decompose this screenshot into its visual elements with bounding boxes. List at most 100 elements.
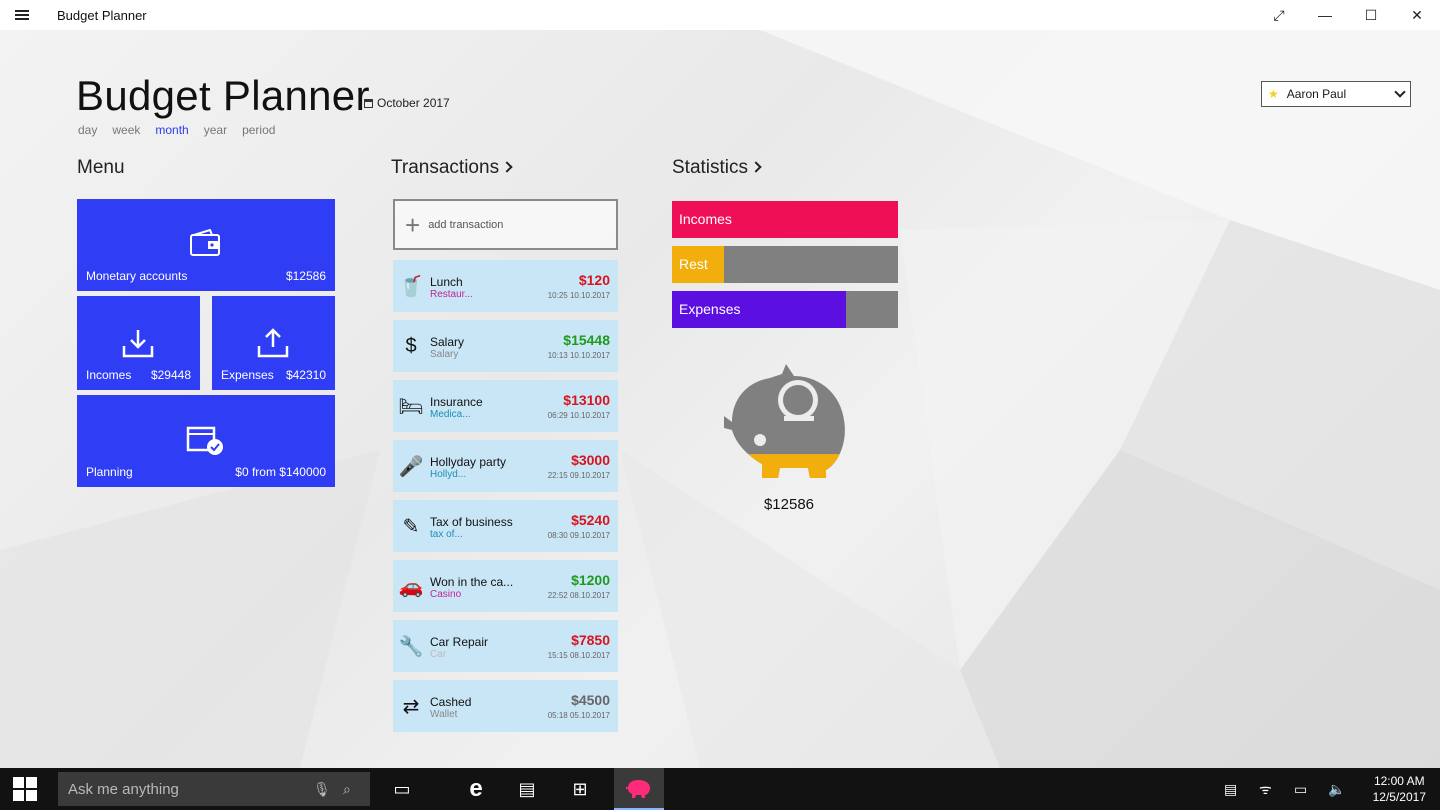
- tab-month[interactable]: month: [155, 123, 188, 137]
- windows-logo-icon: [13, 777, 37, 801]
- transaction-category: Casino: [430, 589, 462, 600]
- store-icon[interactable]: ⊞: [556, 768, 604, 810]
- tab-year[interactable]: year: [204, 123, 227, 137]
- taskbar: Ask me anything 🎙 ⌕ ▭ e ▤ ⊞ ▤ ᯤ ▭ 🔈 12:0…: [0, 768, 1440, 810]
- incomes-value: $29448: [150, 368, 191, 382]
- planning-label: Planning: [86, 465, 133, 479]
- battery-icon[interactable]: ▭: [1294, 768, 1307, 810]
- rest-bar[interactable]: Rest: [672, 246, 898, 283]
- tab-week[interactable]: week: [112, 123, 140, 137]
- search-icon[interactable]: ⌕: [343, 781, 351, 798]
- transaction-name: Tax of business: [430, 515, 513, 529]
- maracas-icon: 🎤: [398, 455, 424, 478]
- transaction-amount: $15448: [563, 332, 610, 348]
- search-placeholder: Ask me anything: [68, 780, 179, 798]
- transaction-row[interactable]: 🛏 Insurance Medica... $13100 06:29 10.10.201…: [393, 380, 618, 432]
- transaction-name: Lunch: [430, 275, 463, 289]
- transaction-row[interactable]: 🎤 Hollyday party Hollyd... $3000 22:15 09.10…: [393, 440, 618, 492]
- transaction-row[interactable]: ✎ Tax of business tax of... $5240 08:30 09.1…: [393, 500, 618, 552]
- user-dropdown[interactable]: ★ Aaron Paul: [1261, 81, 1411, 107]
- taskbar-search-box[interactable]: Ask me anything 🎙 ⌕: [58, 772, 370, 806]
- system-clock[interactable]: 12:00 AM 12/5/2017: [1373, 773, 1426, 805]
- user-name: Aaron Paul: [1286, 87, 1347, 101]
- fullscreen-button[interactable]: ⤢: [1256, 0, 1302, 30]
- chevron-right-icon: [750, 161, 762, 173]
- monetary-accounts-value: $12586: [285, 269, 326, 283]
- transaction-name: Salary: [430, 335, 465, 349]
- monetary-accounts-label: Monetary accounts: [86, 269, 188, 283]
- chevron-right-icon: [501, 161, 513, 173]
- piggy-app-icon: [626, 780, 650, 798]
- hamburger-menu-icon[interactable]: [0, 0, 44, 30]
- transactions-heading-label: Transactions: [391, 157, 500, 178]
- transaction-category: Salary: [430, 349, 459, 360]
- star-icon: ★: [1268, 87, 1279, 101]
- date-selector[interactable]: October 2017: [364, 96, 450, 110]
- tab-period[interactable]: period: [242, 123, 275, 137]
- transaction-time: 10:25 10.10.2017: [547, 291, 610, 300]
- transaction-name: Hollyday party: [430, 455, 507, 469]
- piggy-bank-value: $12586: [763, 496, 815, 513]
- expenses-tile[interactable]: Expenses $42310: [212, 296, 335, 390]
- expenses-bar[interactable]: Expenses: [672, 291, 898, 328]
- transaction-amount: $4500: [571, 692, 610, 708]
- wallet-icon: [190, 229, 220, 256]
- transactions-heading[interactable]: Transactions: [391, 157, 513, 179]
- transaction-time: 08:30 09.10.2017: [547, 531, 610, 540]
- transaction-name: Car Repair: [430, 635, 489, 649]
- expenses-value: $42310: [285, 368, 326, 382]
- transaction-row[interactable]: 🔧 Car Repair Car $7850 15:15 08.10.2017: [393, 620, 618, 672]
- expenses-label: Expenses: [221, 368, 274, 382]
- file-explorer-icon[interactable]: ▤: [503, 768, 551, 810]
- planning-icon: [186, 426, 223, 455]
- upload-icon: [257, 328, 289, 358]
- transaction-row[interactable]: ⇄ Cashed Wallet $4500 05:18 05.10.2017: [393, 680, 618, 732]
- add-transaction-button[interactable]: + add transaction: [393, 199, 618, 250]
- planning-value: $0 from $140000: [235, 465, 326, 479]
- transaction-time: 06:29 10.10.2017: [547, 411, 610, 420]
- transaction-time: 05:18 05.10.2017: [547, 711, 610, 720]
- transaction-time: 15:15 08.10.2017: [547, 651, 610, 660]
- plus-icon: +: [405, 209, 421, 240]
- menu-heading: Menu: [77, 157, 125, 179]
- transaction-category: Hollyd...: [430, 469, 467, 480]
- transaction-row[interactable]: 🚗 Won in the ca... Casino $1200 22:52 08.10.…: [393, 560, 618, 612]
- transaction-amount: $1200: [571, 572, 610, 588]
- transaction-name: Cashed: [430, 695, 472, 709]
- planning-tile[interactable]: Planning $0 from $140000: [77, 395, 335, 487]
- transaction-amount: $3000: [571, 452, 610, 468]
- budget-planner-taskbar-icon[interactable]: [614, 768, 664, 810]
- statistics-heading[interactable]: Statistics: [672, 157, 762, 179]
- transaction-row[interactable]: $ Salary Salary $15448 10:13 10.10.2017: [393, 320, 618, 372]
- close-button[interactable]: ✕: [1394, 0, 1440, 30]
- transaction-row[interactable]: 🥤 Lunch Restaur... $120 10:25 10.10.2017: [393, 260, 618, 312]
- edge-browser-icon[interactable]: e: [452, 768, 500, 810]
- task-view-icon[interactable]: ▭: [378, 768, 426, 810]
- transaction-amount: $13100: [563, 392, 610, 408]
- transaction-name: Won in the ca...: [430, 575, 514, 589]
- transaction-amount: $7850: [571, 632, 610, 648]
- hospital-bed-icon: 🛏: [398, 395, 424, 418]
- transaction-category: Car: [430, 649, 447, 660]
- download-icon: [122, 330, 154, 358]
- notification-icon[interactable]: ▤: [1224, 768, 1237, 810]
- app-canvas: Budget Planner October 2017 day week mon…: [0, 30, 1440, 768]
- statistics-heading-label: Statistics: [672, 157, 749, 178]
- incomes-tile[interactable]: Incomes $29448: [77, 296, 200, 390]
- date-label: October 2017: [377, 96, 450, 110]
- wifi-icon[interactable]: ᯤ: [1259, 768, 1272, 810]
- drink-icon: 🥤: [398, 275, 424, 298]
- transaction-category: Wallet: [430, 709, 458, 720]
- windows-start-button[interactable]: [0, 768, 50, 810]
- minimize-button[interactable]: —: [1302, 0, 1348, 30]
- volume-icon[interactable]: 🔈: [1328, 768, 1345, 810]
- microphone-icon[interactable]: 🎙: [313, 781, 331, 798]
- tab-day[interactable]: day: [78, 123, 97, 137]
- piggy-bank-icon: [724, 364, 845, 478]
- stat-bar-label: Incomes: [679, 211, 732, 227]
- maximize-button[interactable]: ☐: [1348, 0, 1394, 30]
- monetary-accounts-tile[interactable]: Monetary accounts $12586: [77, 199, 335, 291]
- incomes-bar[interactable]: Incomes: [672, 201, 898, 238]
- transaction-category: Restaur...: [430, 289, 473, 300]
- transaction-amount: $120: [578, 272, 610, 288]
